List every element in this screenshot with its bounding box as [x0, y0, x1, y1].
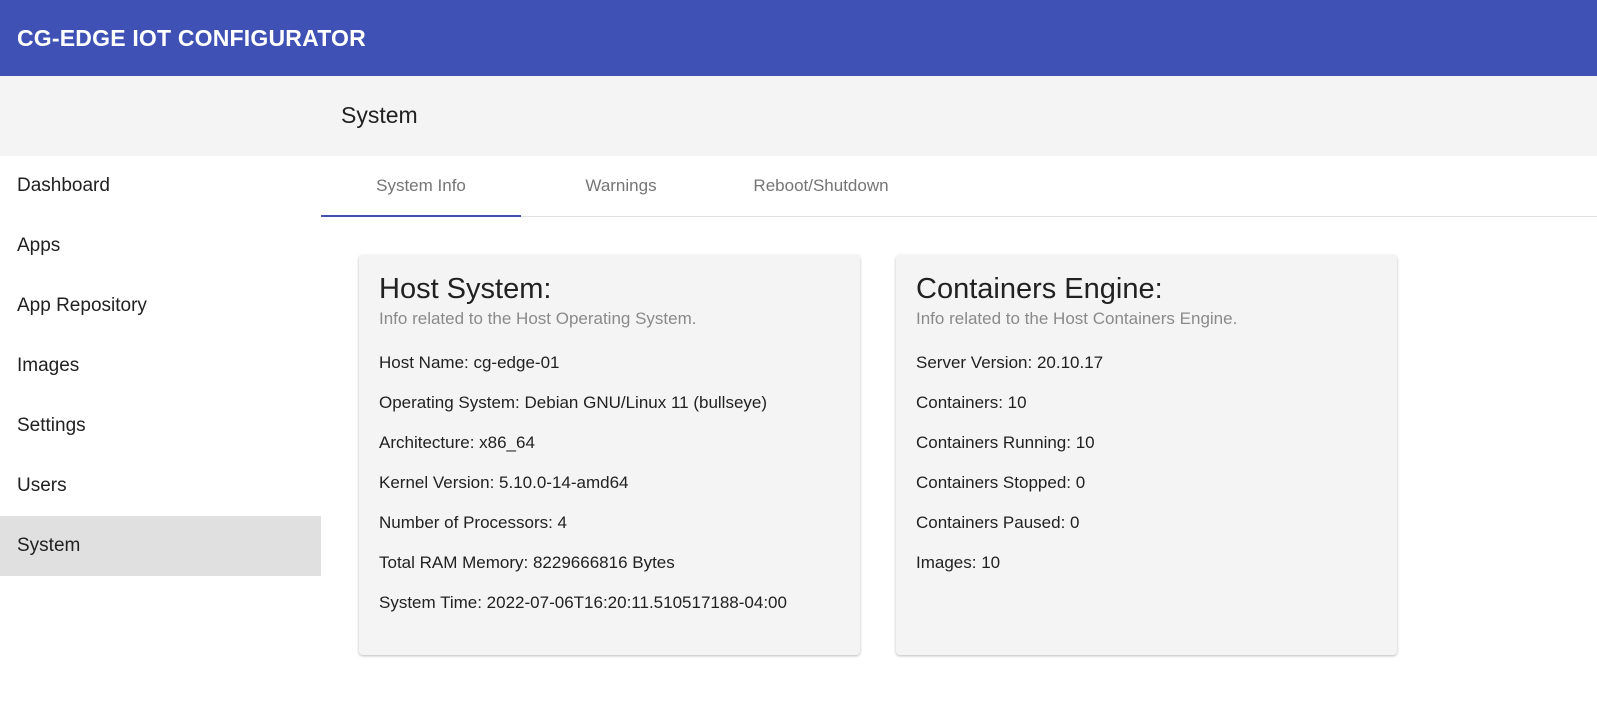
tab-reboot-shutdown[interactable]: Reboot/Shutdown — [721, 156, 921, 216]
containers-running-line: Containers Running: 10 — [916, 433, 1095, 453]
containers-stopped-line: Containers Stopped: 0 — [916, 473, 1086, 493]
system-time-line: System Time: 2022-07-06T16:20:11.5105171… — [379, 593, 787, 613]
tab-warnings[interactable]: Warnings — [521, 156, 721, 216]
sidebar-item-app-repository[interactable]: App Repository — [0, 276, 321, 336]
host-system-subtitle: Info related to the Host Operating Syste… — [379, 309, 697, 329]
server-version-line: Server Version: 20.10.17 — [916, 353, 1104, 373]
operating-system-line: Operating System: Debian GNU/Linux 11 (b… — [379, 393, 768, 413]
containers-engine-card: Containers Engine: Info related to the H… — [896, 255, 1397, 655]
host-name-line: Host Name: cg-edge-01 — [379, 353, 560, 373]
containers-paused-line: Containers Paused: 0 — [916, 513, 1080, 533]
containers-engine-title: Containers Engine: — [916, 273, 1163, 305]
page-title: System — [341, 102, 418, 128]
tab-system-info[interactable]: System Info — [321, 156, 521, 217]
tab-bar: System Info Warnings Reboot/Shutdown — [321, 156, 1597, 217]
sidebar-item-users[interactable]: Users — [0, 456, 321, 516]
sidebar: Dashboard Apps App Repository Images Set… — [0, 156, 321, 717]
containers-line: Containers: 10 — [916, 393, 1027, 413]
containers-engine-subtitle: Info related to the Host Containers Engi… — [916, 309, 1238, 329]
sidebar-item-settings[interactable]: Settings — [0, 396, 321, 456]
host-system-card: Host System: Info related to the Host Op… — [359, 255, 860, 655]
sidebar-item-images[interactable]: Images — [0, 336, 321, 396]
processors-line: Number of Processors: 4 — [379, 513, 568, 533]
app-title: CG-EDGE IOT CONFIGURATOR — [17, 24, 366, 51]
sub-header: System — [0, 76, 1597, 156]
host-system-title: Host System: — [379, 273, 552, 305]
images-line: Images: 10 — [916, 553, 1001, 573]
ram-memory-line: Total RAM Memory: 8229666816 Bytes — [379, 553, 675, 573]
app-bar: CG-EDGE IOT CONFIGURATOR — [0, 0, 1597, 76]
architecture-line: Architecture: x86_64 — [379, 433, 535, 453]
sidebar-item-apps[interactable]: Apps — [0, 216, 321, 276]
sidebar-item-system[interactable]: System — [0, 516, 321, 576]
sidebar-item-dashboard[interactable]: Dashboard — [0, 156, 321, 216]
kernel-version-line: Kernel Version: 5.10.0-14-amd64 — [379, 473, 629, 493]
